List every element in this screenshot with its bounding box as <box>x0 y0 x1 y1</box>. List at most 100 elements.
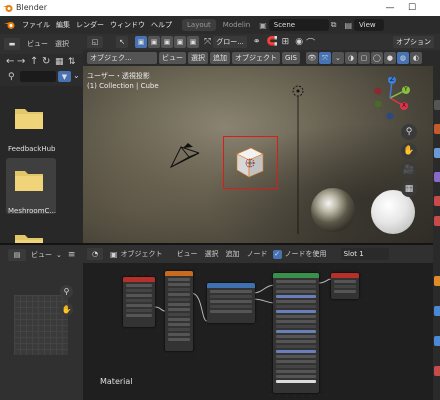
grid-view-icon[interactable]: ▦ <box>55 57 64 67</box>
gizmo-dropdown-icon[interactable]: ⌄ <box>331 52 344 64</box>
node-add-menu[interactable]: 追加 <box>226 249 240 259</box>
output-tab-icon[interactable] <box>434 148 440 158</box>
menu-window[interactable]: ウィンドウ <box>110 20 145 30</box>
hamburger-menu-icon[interactable]: ≡ <box>68 250 76 260</box>
editor-type-icon[interactable]: ▬ <box>4 38 20 50</box>
tab-modeling[interactable]: Modelin <box>218 19 255 31</box>
pan-hand-icon[interactable]: ✋ <box>60 303 73 316</box>
file-view-menu[interactable]: ビュー <box>27 39 48 49</box>
viewport-3d[interactable]: ユーザー・透視投影 (1) Collection | Cube X Y Z ⚲ <box>83 66 433 243</box>
material-tab-icon[interactable] <box>434 366 440 376</box>
search-icon[interactable]: ⚲ <box>8 72 15 82</box>
navigation-gizmo[interactable]: X Y Z <box>368 74 416 122</box>
maximize-button[interactable]: ☐ <box>402 0 422 16</box>
camera-view-icon[interactable]: 🎥 <box>401 162 417 178</box>
menu-render[interactable]: レンダー <box>76 20 104 30</box>
modifier-tab-icon[interactable] <box>434 306 440 316</box>
mode-dropdown[interactable]: オブジェク... <box>87 52 157 64</box>
refresh-icon[interactable]: ↻ <box>42 56 50 67</box>
light-object[interactable] <box>291 84 305 234</box>
add-menu[interactable]: 追加 <box>210 52 230 64</box>
view-menu[interactable]: ビュー <box>159 52 186 64</box>
texture-coordinate-node[interactable] <box>123 277 155 327</box>
shading-wireframe-icon[interactable]: ◯ <box>370 52 383 64</box>
visibility-icon[interactable]: 👁 <box>305 52 318 64</box>
options-dropdown[interactable]: オプション <box>393 36 434 48</box>
folder-item[interactable] <box>14 106 44 132</box>
camera-object[interactable] <box>169 143 203 171</box>
proportional-edit-icon[interactable]: ◉ <box>295 37 303 47</box>
select-mode-invert-icon[interactable]: ▣ <box>174 36 186 48</box>
shading-material-icon[interactable]: ◍ <box>396 52 409 64</box>
menu-help[interactable]: ヘルプ <box>151 20 172 30</box>
snap-target-icon[interactable]: ⊞ <box>282 37 290 47</box>
filter-icon[interactable]: ▼ <box>58 71 71 82</box>
folder-item-selected[interactable] <box>6 158 56 214</box>
xray-icon[interactable]: ▢ <box>357 52 370 64</box>
blender-menu-icon[interactable] <box>4 20 16 30</box>
gizmo-toggle-icon[interactable]: ⤧ <box>318 52 331 64</box>
zoom-icon[interactable]: ⚲ <box>401 124 417 140</box>
forward-arrow-icon[interactable]: → <box>17 56 25 67</box>
select-menu[interactable]: 選択 <box>188 52 208 64</box>
minimize-button[interactable]: — <box>380 0 400 16</box>
select-tool-icon[interactable]: ↖ <box>116 36 128 48</box>
node-select-menu[interactable]: 選択 <box>205 249 219 259</box>
mapping-node[interactable] <box>165 271 193 351</box>
file-list: FeedbackHub MeshroomC... <box>0 86 83 255</box>
editor-type-icon[interactable]: ◔ <box>87 248 103 260</box>
node-view-menu[interactable]: ビュー <box>177 249 198 259</box>
cube-object[interactable] <box>233 144 267 180</box>
select-mode-extend-icon[interactable]: ▣ <box>148 36 160 48</box>
file-select-menu[interactable]: 選択 <box>55 39 69 49</box>
select-mode-intersect-icon[interactable]: ▣ <box>187 36 199 48</box>
scene-tab-icon[interactable] <box>434 196 440 206</box>
object-tab-icon[interactable] <box>434 276 440 286</box>
tool-tab-icon[interactable] <box>434 100 440 110</box>
overlay-icon[interactable]: ◑ <box>344 52 357 64</box>
physics-tab-icon[interactable] <box>434 336 440 346</box>
use-nodes-checkbox[interactable]: ✓ <box>272 249 282 259</box>
view-dropdown-icon[interactable]: ⌄ <box>56 251 62 259</box>
back-arrow-icon[interactable]: ← <box>6 56 14 67</box>
select-mode-subtract-icon[interactable]: ▣ <box>161 36 173 48</box>
view-layer-tab-icon[interactable] <box>434 172 440 182</box>
pivot-icon[interactable]: ⚭ <box>253 37 261 47</box>
transform-orientation-dropdown[interactable]: グロー... <box>213 36 247 48</box>
principled-bsdf-node[interactable] <box>273 273 319 393</box>
image-editor-canvas[interactable]: ⚲ ✋ <box>0 265 83 400</box>
node-canvas[interactable]: Material <box>83 263 433 400</box>
node-editor-header: ◔ ▣ オブジェクト ビュー 選択 追加 ノード ✓ ノードを使用 Slot 1 <box>83 245 433 263</box>
object-menu[interactable]: オブジェクト <box>232 52 280 64</box>
parent-dir-icon[interactable]: ↑ <box>30 56 38 67</box>
shading-rendered-icon[interactable]: ◐ <box>409 52 422 64</box>
proportional-falloff-icon[interactable]: ⌒ <box>306 36 315 49</box>
shading-solid-icon[interactable]: ● <box>383 52 396 64</box>
search-input[interactable] <box>20 71 56 82</box>
scene-copy-icon[interactable]: ⧉ <box>331 20 337 30</box>
shader-type-dropdown[interactable]: オブジェクト <box>121 249 163 259</box>
menu-edit[interactable]: 編集 <box>56 20 70 30</box>
image-texture-node[interactable] <box>207 283 255 323</box>
node-menu[interactable]: ノード <box>247 249 268 259</box>
zoom-icon[interactable]: ⚲ <box>60 285 73 298</box>
slot-dropdown[interactable]: Slot 1 <box>340 248 389 260</box>
material-output-node[interactable] <box>331 273 359 299</box>
gis-menu[interactable]: GIS <box>282 52 300 64</box>
properties-tab-strip <box>433 66 440 400</box>
view-layer-selector[interactable]: View La <box>354 19 385 41</box>
perspective-toggle-icon[interactable]: ▦ <box>401 181 417 197</box>
editor-type-icon[interactable]: ◱ <box>87 36 103 48</box>
filter-dropdown-icon[interactable]: ⌄ <box>73 71 80 80</box>
image-view-menu[interactable]: ビュー <box>31 250 52 260</box>
select-mode-new-icon[interactable]: ▣ <box>135 36 147 48</box>
tab-layout[interactable]: Layout <box>182 19 216 31</box>
scene-selector[interactable]: Scene <box>268 19 329 31</box>
editor-type-icon[interactable]: ▤ <box>8 249 26 261</box>
render-tab-icon[interactable] <box>434 124 440 134</box>
sort-icon[interactable]: ⇅ <box>68 57 76 67</box>
pan-hand-icon[interactable]: ✋ <box>401 143 417 159</box>
snap-icon[interactable]: 🧲 <box>266 37 277 47</box>
world-tab-icon[interactable] <box>434 216 440 226</box>
menu-file[interactable]: ファイル <box>22 20 50 30</box>
